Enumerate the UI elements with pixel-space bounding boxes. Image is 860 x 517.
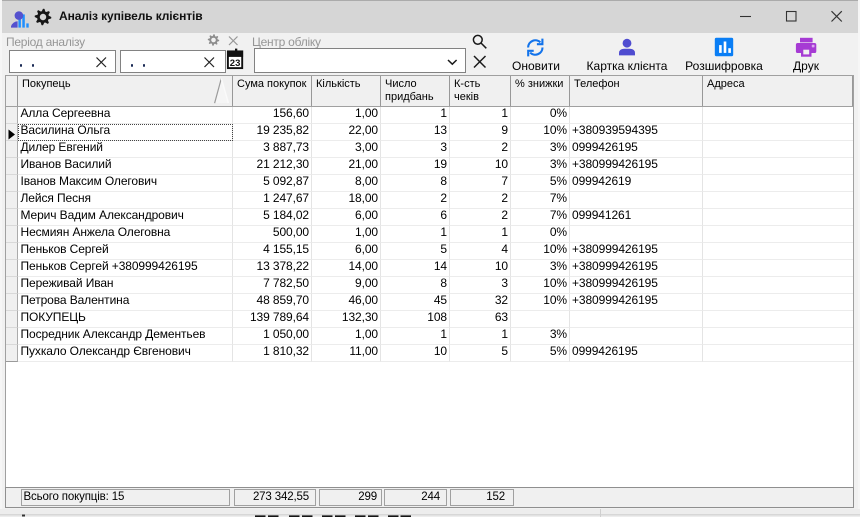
- svg-text:23: 23: [230, 58, 241, 69]
